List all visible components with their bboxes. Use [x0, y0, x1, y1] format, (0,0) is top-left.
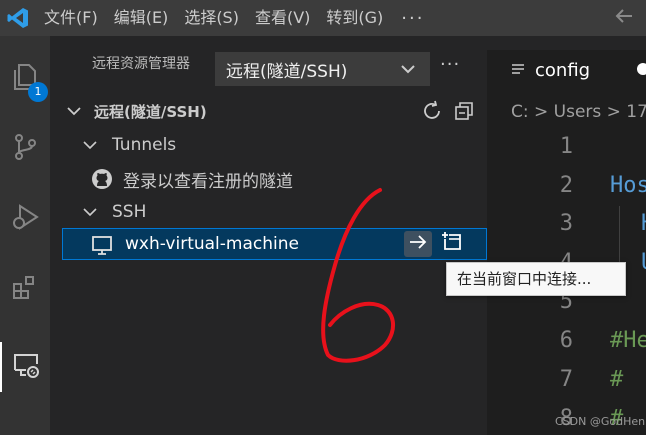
back-arrow-icon[interactable]: [612, 4, 636, 34]
code-hostname[interactable]: H: [641, 211, 646, 236]
extensions-button[interactable]: [0, 264, 50, 314]
tab-config[interactable]: config: [487, 50, 646, 90]
remote-explorer-sidebar: 远程资源管理器 远程(隧道/SSH) ··· 远程(隧道/SSH) Tunnel…: [50, 36, 487, 435]
menu-file[interactable]: 文件(F): [36, 0, 106, 36]
menu-go[interactable]: 转到(G): [318, 0, 391, 36]
line-number: 7: [559, 367, 573, 392]
watermark: CSDN @GodHen: [555, 415, 646, 428]
unsaved-dot-icon[interactable]: [637, 63, 646, 75]
source-control-icon: [10, 132, 40, 166]
tunnels-signin-text: 登录以查看注册的隧道: [123, 171, 293, 192]
run-debug-button[interactable]: [0, 194, 50, 244]
remote-type-value: 远程(隧道/SSH): [226, 61, 348, 82]
line-number: 6: [559, 328, 573, 353]
ssh-host-name: wxh-virtual-machine: [125, 234, 299, 254]
line-number: 3: [559, 211, 573, 236]
ssh-host-item[interactable]: wxh-virtual-machine: [62, 228, 487, 260]
menu-selection[interactable]: 选择(S): [176, 0, 247, 36]
tab-bar: config: [487, 36, 646, 90]
menu-view[interactable]: 查看(V): [247, 0, 318, 36]
run-debug-icon: [10, 202, 40, 236]
code-comment[interactable]: #He: [610, 328, 646, 353]
code-comment[interactable]: #: [610, 367, 623, 392]
code-host[interactable]: Hos: [610, 173, 646, 198]
new-window-icon: [441, 231, 463, 258]
activity-bar: 1: [0, 36, 50, 435]
chevron-down-icon: [82, 204, 98, 225]
ssh-group[interactable]: SSH: [50, 196, 487, 228]
chevron-down-icon: [66, 103, 82, 123]
ssh-label: SSH: [112, 202, 147, 222]
connect-current-window-button[interactable]: [404, 231, 432, 257]
explorer-button[interactable]: 1: [0, 54, 50, 104]
section-title: 远程(隧道/SSH): [94, 102, 207, 121]
sidebar-more-button[interactable]: ···: [440, 54, 460, 75]
refresh-icon[interactable]: [421, 100, 443, 126]
chevron-down-icon: [82, 137, 98, 158]
source-control-button[interactable]: [0, 124, 50, 174]
monitor-icon: [91, 234, 113, 261]
tunnels-signin-item[interactable]: 登录以查看注册的隧道: [50, 163, 487, 195]
remote-explorer-button[interactable]: [0, 342, 50, 392]
remote-explorer-icon: [11, 350, 41, 384]
connect-new-window-button[interactable]: [438, 231, 466, 257]
title-bar: 文件(F) 编辑(E) 选择(S) 查看(V) 转到(G) ···: [0, 0, 646, 36]
arrow-right-icon: [408, 232, 428, 257]
github-icon: [90, 167, 114, 196]
explorer-badge: 1: [28, 82, 48, 102]
menu-edit[interactable]: 编辑(E): [106, 0, 177, 36]
tunnels-group[interactable]: Tunnels: [50, 129, 487, 161]
editor-area: config C: > Users > 172 1 2 3 4 5 6 7 8 …: [487, 36, 646, 435]
breadcrumb[interactable]: C: > Users > 172: [511, 102, 646, 122]
sidebar-title: 远程资源管理器: [92, 56, 190, 72]
extensions-icon: [10, 272, 40, 306]
chevron-down-icon: [399, 60, 417, 83]
tunnels-label: Tunnels: [112, 135, 177, 155]
connect-tooltip: 在当前窗口中连接...: [446, 262, 626, 296]
vscode-logo-icon: [0, 0, 36, 36]
remote-type-select[interactable]: 远程(隧道/SSH): [215, 52, 430, 86]
lines-icon: [511, 62, 525, 83]
line-number: 1: [559, 134, 573, 159]
tab-label: config: [535, 59, 591, 81]
menu-more-button[interactable]: ···: [391, 8, 434, 29]
code-user[interactable]: U: [641, 250, 646, 275]
collapse-all-icon[interactable]: [453, 100, 475, 126]
line-number: 2: [559, 173, 573, 198]
section-header[interactable]: 远程(隧道/SSH): [50, 94, 487, 128]
